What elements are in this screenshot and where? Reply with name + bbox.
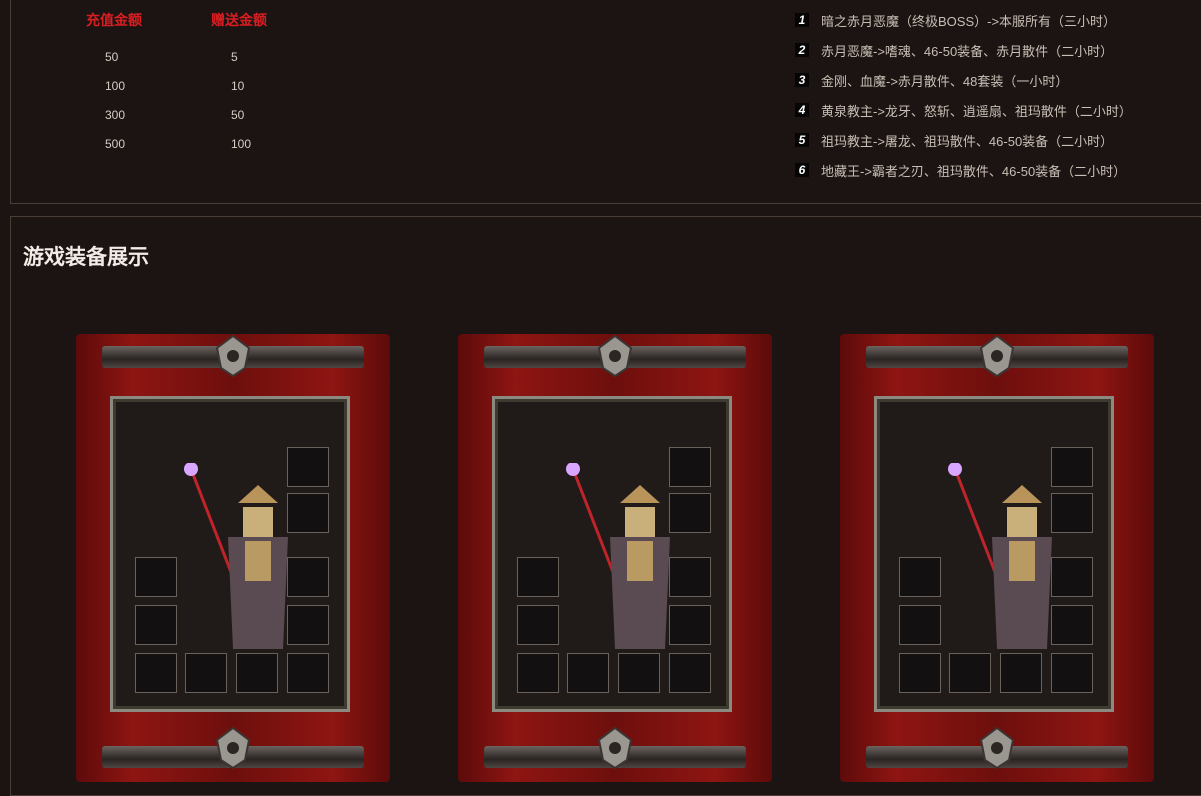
- bonus-amount-cell: 10: [231, 79, 245, 93]
- horn-slot[interactable]: [669, 653, 711, 693]
- rank-badge: 1: [795, 13, 809, 27]
- equipment-frame-3[interactable]: [840, 334, 1154, 782]
- bonus-amount-cell: 5: [231, 50, 238, 64]
- boss-drop-text: 地藏王->霸者之刃、祖玛散件、46-50装备（二小时）: [821, 163, 1127, 179]
- left-ring-slot[interactable]: [899, 605, 941, 645]
- character-figure: [565, 462, 675, 659]
- empty-slot[interactable]: [949, 653, 991, 693]
- recharge-amount-header: 充值金额: [86, 12, 142, 28]
- bonus-amount-header: 赠送金额: [211, 12, 267, 28]
- list-item: 6 地藏王->霸者之刃、祖玛散件、46-50装备（二小时）: [785, 155, 1195, 185]
- character-figure: [947, 462, 1057, 659]
- necklace-slot[interactable]: [1051, 447, 1093, 487]
- skull-crest-icon: [215, 334, 251, 378]
- medal-slot[interactable]: [287, 493, 329, 533]
- boss-drop-list: 1 暗之赤月恶魔（终极BOSS）->本服所有（三小时） 2 赤月恶魔->嗜魂、4…: [785, 5, 1195, 185]
- empty-slot[interactable]: [567, 653, 609, 693]
- section-title: 游戏装备展示: [23, 246, 149, 269]
- medal-slot[interactable]: [1051, 493, 1093, 533]
- empty-slot[interactable]: [899, 653, 941, 693]
- list-item: 5 祖玛教主->屠龙、祖玛散件、46-50装备（二小时）: [785, 125, 1195, 155]
- left-ring-slot[interactable]: [135, 605, 177, 645]
- skull-crest-icon: [215, 726, 251, 770]
- left-bracelet-slot[interactable]: [135, 557, 177, 597]
- left-bracelet-slot[interactable]: [899, 557, 941, 597]
- equipment-frame-2[interactable]: [458, 334, 772, 782]
- skull-crest-icon: [979, 334, 1015, 378]
- empty-slot[interactable]: [236, 653, 278, 693]
- empty-slot[interactable]: [185, 653, 227, 693]
- rank-badge: 2: [795, 43, 809, 57]
- rank-badge: 5: [795, 133, 809, 147]
- recharge-amount-cell: 500: [105, 137, 126, 151]
- empty-slot[interactable]: [618, 653, 660, 693]
- boss-drop-text: 金刚、血魔->赤月散件、48套装（一小时）: [821, 73, 1069, 89]
- right-bracelet-slot[interactable]: [1051, 557, 1093, 597]
- boss-drop-text: 赤月恶魔->嗜魂、46-50装备、赤月散件（二小时）: [821, 43, 1114, 59]
- list-item: 2 赤月恶魔->嗜魂、46-50装备、赤月散件（二小时）: [785, 35, 1195, 65]
- skull-crest-icon: [979, 726, 1015, 770]
- horn-slot[interactable]: [1051, 653, 1093, 693]
- recharge-amount-cell: 300: [105, 108, 126, 122]
- empty-slot[interactable]: [517, 653, 559, 693]
- medal-slot[interactable]: [669, 493, 711, 533]
- boss-drop-text: 暗之赤月恶魔（终极BOSS）->本服所有（三小时）: [821, 13, 1117, 29]
- boss-drop-text: 黄泉教主->龙牙、怒斩、逍遥扇、祖玛散件（二小时）: [821, 103, 1132, 119]
- list-item: 1 暗之赤月恶魔（终极BOSS）->本服所有（三小时）: [785, 5, 1195, 35]
- rank-badge: 6: [795, 163, 809, 177]
- left-bracelet-slot[interactable]: [517, 557, 559, 597]
- recharge-amount-cell: 50: [105, 50, 119, 64]
- empty-slot[interactable]: [1000, 653, 1042, 693]
- necklace-slot[interactable]: [287, 447, 329, 487]
- bonus-amount-cell: 50: [231, 108, 245, 122]
- skull-crest-icon: [597, 334, 633, 378]
- right-bracelet-slot[interactable]: [287, 557, 329, 597]
- rank-badge: 3: [795, 73, 809, 87]
- right-ring-slot[interactable]: [1051, 605, 1093, 645]
- equipment-panel: [874, 396, 1114, 712]
- skull-crest-icon: [597, 726, 633, 770]
- necklace-slot[interactable]: [669, 447, 711, 487]
- recharge-amount-cell: 100: [105, 79, 126, 93]
- equipment-frame-1[interactable]: [76, 334, 390, 782]
- left-ring-slot[interactable]: [517, 605, 559, 645]
- list-item: 4 黄泉教主->龙牙、怒斩、逍遥扇、祖玛散件（二小时）: [785, 95, 1195, 125]
- bonus-amount-cell: 100: [231, 137, 252, 151]
- empty-slot[interactable]: [135, 653, 177, 693]
- list-item: 3 金刚、血魔->赤月散件、48套装（一小时）: [785, 65, 1195, 95]
- right-bracelet-slot[interactable]: [669, 557, 711, 597]
- boss-drop-text: 祖玛教主->屠龙、祖玛散件、46-50装备（二小时）: [821, 133, 1114, 149]
- rank-badge: 4: [795, 103, 809, 117]
- right-ring-slot[interactable]: [669, 605, 711, 645]
- character-figure: [183, 462, 293, 659]
- equipment-panel: [492, 396, 732, 712]
- right-ring-slot[interactable]: [287, 605, 329, 645]
- equipment-panel: [110, 396, 350, 712]
- horn-slot[interactable]: [287, 653, 329, 693]
